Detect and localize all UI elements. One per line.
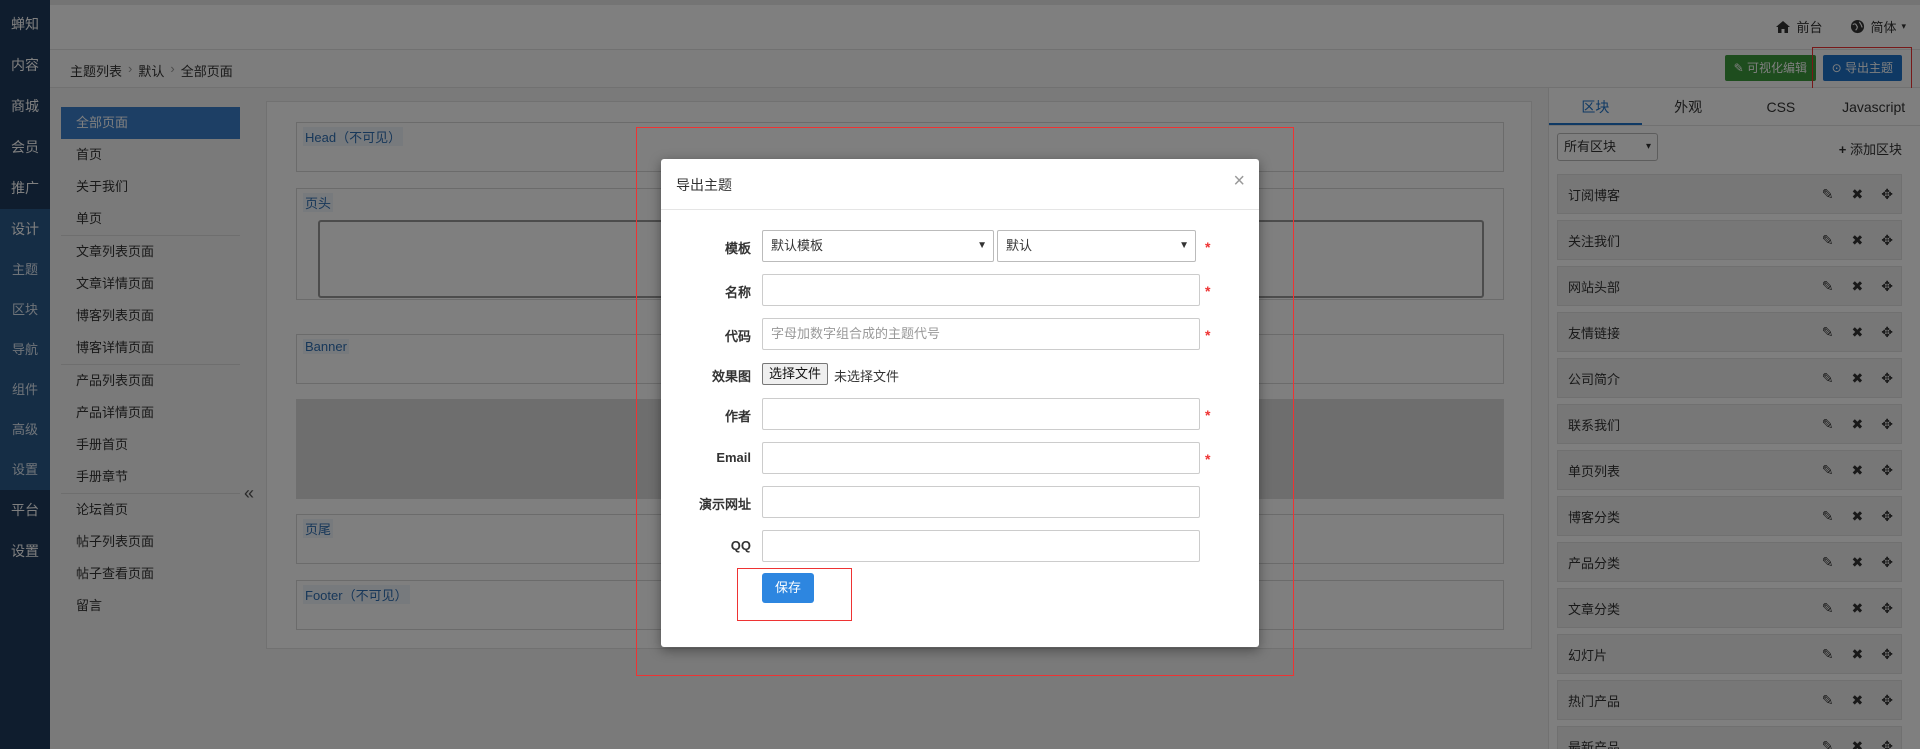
required-mark: * bbox=[1205, 407, 1211, 423]
theme-select[interactable]: 默认 ▼ bbox=[997, 230, 1196, 262]
qq-input[interactable] bbox=[762, 530, 1200, 562]
chevron-down-icon: ▼ bbox=[1179, 240, 1189, 251]
demo-url-input[interactable] bbox=[762, 486, 1200, 518]
required-mark: * bbox=[1205, 451, 1211, 467]
author-input[interactable] bbox=[762, 398, 1200, 430]
code-row: 代码 字母加数字组合成的主题代号 * bbox=[661, 318, 1259, 350]
preview-row: 效果图 选择文件 未选择文件 bbox=[661, 358, 1259, 390]
qq-row: QQ bbox=[661, 530, 1259, 562]
preview-label: 效果图 bbox=[711, 369, 751, 384]
dialog-title: 导出主题 bbox=[676, 177, 732, 193]
author-label: 作者 bbox=[724, 409, 751, 424]
required-mark: * bbox=[1205, 283, 1211, 299]
template-select[interactable]: 默认模板 ▼ bbox=[762, 230, 994, 262]
choose-file-button[interactable]: 选择文件 bbox=[762, 363, 829, 385]
close-icon[interactable]: × bbox=[1233, 171, 1245, 191]
name-label: 名称 bbox=[724, 285, 751, 300]
name-row: 名称 * bbox=[661, 274, 1259, 306]
email-row: Email * bbox=[661, 442, 1259, 474]
template-row: 模板 默认模板 ▼ 默认 ▼ * bbox=[661, 230, 1259, 262]
author-row: 作者 * bbox=[661, 398, 1259, 430]
template-select-value: 默认模板 bbox=[771, 238, 824, 253]
email-label: Email bbox=[716, 450, 751, 465]
highlight-box-save bbox=[737, 568, 852, 621]
email-input[interactable] bbox=[762, 442, 1200, 474]
file-status: 未选择文件 bbox=[834, 369, 900, 384]
code-label: 代码 bbox=[724, 329, 751, 344]
template-label: 模板 bbox=[724, 241, 751, 256]
demo-url-label: 演示网址 bbox=[698, 497, 751, 512]
demo-url-row: 演示网址 bbox=[661, 486, 1259, 518]
theme-select-value: 默认 bbox=[1006, 238, 1033, 253]
chevron-down-icon: ▼ bbox=[977, 240, 987, 251]
required-mark: * bbox=[1205, 327, 1211, 343]
qq-label: QQ bbox=[730, 538, 751, 553]
code-input[interactable]: 字母加数字组合成的主题代号 bbox=[762, 318, 1200, 350]
name-input[interactable] bbox=[762, 274, 1200, 306]
required-mark: * bbox=[1205, 239, 1211, 255]
